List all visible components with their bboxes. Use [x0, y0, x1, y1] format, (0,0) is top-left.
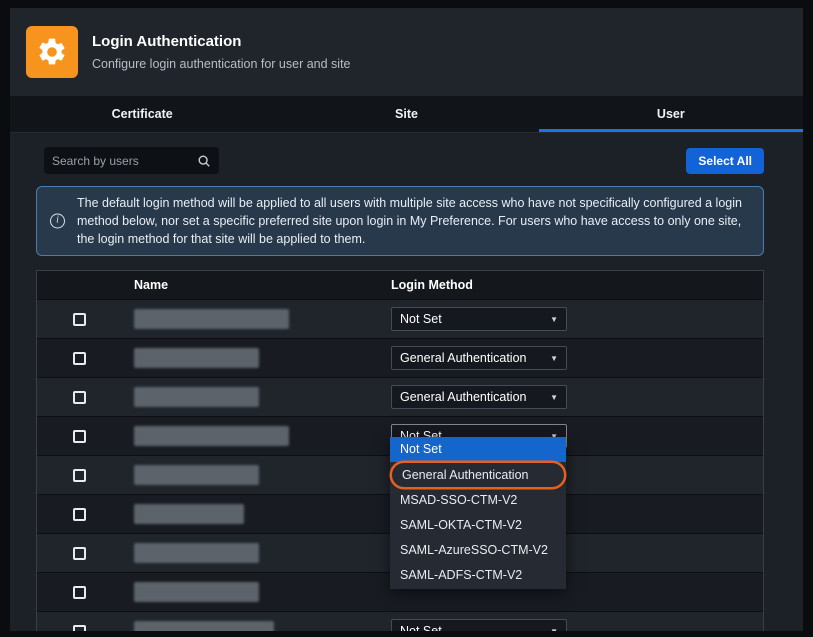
- row-name-cell: [121, 348, 386, 368]
- chevron-down-icon: ▼: [550, 393, 558, 402]
- page-subtitle: Configure login authentication for user …: [92, 57, 351, 71]
- row-name-cell: [121, 543, 386, 563]
- row-name-cell: [121, 387, 386, 407]
- row-checkbox-cell: [37, 625, 121, 631]
- column-header-name: Name: [121, 278, 386, 292]
- table-row: Not Set ▼: [37, 299, 763, 338]
- login-method-select[interactable]: Not Set ▼: [391, 307, 567, 331]
- row-name-cell: [121, 582, 386, 602]
- menu-option[interactable]: General Authentication: [392, 463, 564, 487]
- login-method-value: Not Set: [400, 312, 442, 326]
- row-checkbox-cell: [37, 586, 121, 599]
- menu-option[interactable]: MSAD-SSO-CTM-V2: [390, 488, 566, 513]
- row-name-cell: [121, 465, 386, 485]
- row-name-cell: [121, 426, 386, 446]
- page-title: Login Authentication: [92, 33, 351, 50]
- search-input[interactable]: [52, 154, 197, 168]
- row-checkbox[interactable]: [73, 313, 86, 326]
- login-method-select[interactable]: General Authentication ▼: [391, 385, 567, 409]
- header-text: Login Authentication Configure login aut…: [92, 33, 351, 71]
- menu-option[interactable]: SAML-AzureSSO-CTM-V2: [390, 538, 566, 563]
- tab-site[interactable]: Site: [274, 96, 538, 132]
- redacted-name: [134, 348, 259, 368]
- table-header: Name Login Method: [37, 271, 763, 299]
- login-method-select[interactable]: General Authentication ▼: [391, 346, 567, 370]
- row-checkbox[interactable]: [73, 625, 86, 631]
- login-method-value: Not Set: [400, 624, 442, 631]
- table-row: General Authentication ▼: [37, 377, 763, 416]
- redacted-name: [134, 309, 289, 329]
- row-login-method-cell: Not Set ▼: [386, 307, 763, 331]
- row-checkbox-cell: [37, 469, 121, 482]
- table-row: General Authentication ▼: [37, 338, 763, 377]
- row-checkbox-cell: [37, 430, 121, 443]
- info-banner-text: The default login method will be applied…: [77, 196, 742, 246]
- chevron-down-icon: ▼: [550, 627, 558, 631]
- redacted-name: [134, 582, 259, 602]
- redacted-name: [134, 465, 259, 485]
- row-checkbox-cell: [37, 547, 121, 560]
- row-name-cell: [121, 504, 386, 524]
- row-checkbox-cell: [37, 508, 121, 521]
- row-checkbox[interactable]: [73, 586, 86, 599]
- info-icon: i: [50, 214, 65, 229]
- row-checkbox[interactable]: [73, 508, 86, 521]
- row-checkbox[interactable]: [73, 547, 86, 560]
- row-checkbox[interactable]: [73, 352, 86, 365]
- table-row: Not Set ▼: [37, 611, 763, 631]
- row-checkbox-cell: [37, 352, 121, 365]
- row-checkbox[interactable]: [73, 391, 86, 404]
- info-banner: i The default login method will be appli…: [36, 186, 764, 256]
- row-checkbox-cell: [37, 391, 121, 404]
- redacted-name: [134, 543, 259, 563]
- redacted-name: [134, 426, 289, 446]
- gear-icon: [26, 26, 78, 78]
- redacted-name: [134, 387, 259, 407]
- redacted-name: [134, 504, 244, 524]
- column-header-login-method: Login Method: [386, 278, 763, 292]
- toolbar: Select All: [36, 147, 764, 174]
- search-box[interactable]: [44, 147, 219, 174]
- login-method-value: General Authentication: [400, 351, 526, 365]
- login-method-select[interactable]: Not Set ▼: [391, 619, 567, 631]
- page-header: Login Authentication Configure login aut…: [10, 8, 803, 96]
- tab-bar: Certificate Site User: [10, 96, 803, 133]
- row-login-method-cell: Not Set ▼: [386, 619, 763, 631]
- row-name-cell: [121, 309, 386, 329]
- row-name-cell: [121, 621, 386, 631]
- redacted-name: [134, 621, 274, 631]
- chevron-down-icon: ▼: [550, 354, 558, 363]
- login-method-value: General Authentication: [400, 390, 526, 404]
- tab-certificate[interactable]: Certificate: [10, 96, 274, 132]
- row-checkbox[interactable]: [73, 430, 86, 443]
- tab-user[interactable]: User: [539, 96, 803, 132]
- menu-option[interactable]: SAML-OKTA-CTM-V2: [390, 513, 566, 538]
- select-all-button[interactable]: Select All: [686, 148, 764, 174]
- row-login-method-cell: General Authentication ▼: [386, 385, 763, 409]
- row-checkbox[interactable]: [73, 469, 86, 482]
- chevron-down-icon: ▼: [550, 315, 558, 324]
- search-icon: [197, 154, 211, 168]
- menu-option[interactable]: SAML-ADFS-CTM-V2: [390, 563, 566, 588]
- menu-option[interactable]: Not Set: [390, 437, 566, 462]
- login-authentication-page: Login Authentication Configure login aut…: [0, 0, 813, 637]
- row-login-method-cell: General Authentication ▼: [386, 346, 763, 370]
- row-checkbox-cell: [37, 313, 121, 326]
- login-method-menu: Not SetGeneral AuthenticationMSAD-SSO-CT…: [390, 437, 566, 589]
